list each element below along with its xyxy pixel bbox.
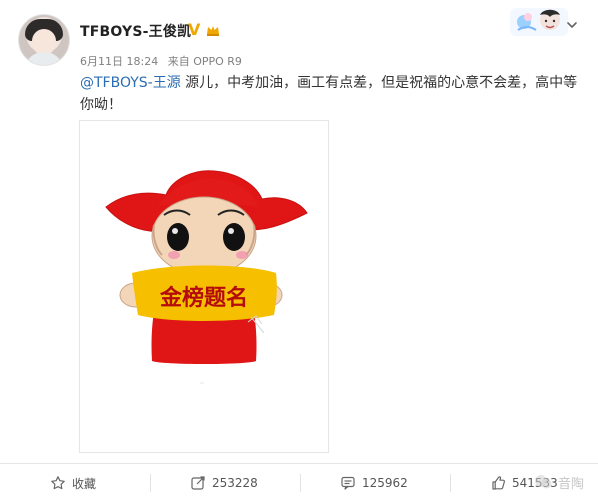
- crown-icon: [207, 26, 219, 36]
- comment-icon: [341, 476, 355, 490]
- weibo-post-card: TFBOYS-王俊凯 V 6月11日 18:24 来自 OPPO R9 @TFB…: [0, 0, 598, 502]
- post-datetime[interactable]: 6月11日 18:24: [80, 55, 158, 68]
- favorite-label: 收藏: [72, 476, 97, 491]
- like-count: 541533: [512, 476, 558, 490]
- chevron-down-icon[interactable]: [566, 19, 578, 31]
- repost-action[interactable]: 253228: [190, 464, 258, 502]
- actions-divider: [300, 474, 301, 492]
- user-avatar[interactable]: [18, 14, 70, 66]
- sticker-icon: [510, 8, 568, 36]
- post-text: @TFBOYS-王源 源儿，中考加油，画工有点差，但是祝福的心意不会差，高中等你…: [80, 72, 580, 116]
- favorite-action[interactable]: 收藏: [50, 464, 96, 502]
- post-meta: 6月11日 18:24 来自 OPPO R9: [80, 53, 242, 69]
- post-actions-bar: 收藏 253228 125962 541533: [0, 463, 598, 502]
- like-action[interactable]: 541533: [490, 464, 558, 502]
- post-image[interactable]: 金榜题名: [79, 120, 329, 453]
- banner-text: 金榜题名: [159, 285, 248, 311]
- actions-divider: [450, 474, 451, 492]
- comment-action[interactable]: 125962: [340, 464, 408, 502]
- repost-count: 253228: [212, 476, 258, 490]
- profile-decoration: [510, 8, 568, 36]
- username[interactable]: TFBOYS-王俊凯: [80, 21, 191, 41]
- star-icon: [51, 476, 65, 490]
- post-source: 来自 OPPO R9: [167, 55, 242, 68]
- comment-count: 125962: [362, 476, 408, 490]
- verified-v-icon: V: [188, 20, 201, 39]
- mention-link[interactable]: @TFBOYS-王源: [80, 75, 181, 91]
- share-icon: [191, 476, 205, 490]
- thumbs-up-icon: [492, 476, 505, 490]
- drawn-character-illustration: 金榜题名: [105, 170, 308, 384]
- actions-divider: [150, 474, 151, 492]
- avatar-shoulder: [25, 52, 63, 65]
